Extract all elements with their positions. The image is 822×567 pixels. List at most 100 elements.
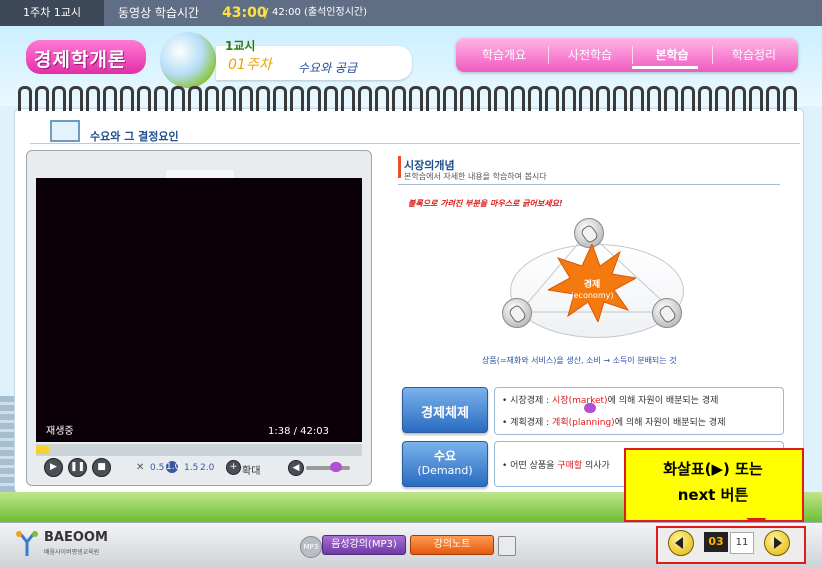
stop-button[interactable]: ■ (92, 458, 111, 477)
spiral-ring (35, 86, 49, 111)
market-economy-prefix: 시장경제 : (510, 396, 553, 406)
spiral-ring (681, 86, 695, 111)
demand-suffix: 의사가 (582, 461, 610, 471)
next-page-button[interactable] (764, 530, 790, 556)
prev-page-button[interactable] (668, 530, 694, 556)
market-economy-highlight: 시장(market) (552, 396, 608, 406)
scratch-mouse-right[interactable] (652, 298, 682, 328)
spiral-ring (562, 86, 576, 111)
concept-title-marker (398, 156, 401, 178)
active-tab-indicator (632, 66, 698, 69)
spiral-ring (307, 86, 321, 111)
lesson-session: 1교시 (225, 39, 256, 53)
top-status-bar: 1주차 1교시 동영상 학습시간 43:00 / 42:00 (출석인정시간) (0, 0, 822, 26)
volume-slider[interactable] (306, 466, 350, 470)
pause-button[interactable]: ❚❚ (68, 458, 87, 477)
current-page: 03 (704, 532, 728, 552)
economic-system-label: 경제체제 (421, 406, 469, 421)
elapsed-time: 43:00 (222, 5, 267, 21)
scratch-mouse-left[interactable] (502, 298, 532, 328)
scratch-hint: 블록으로 가려진 부분을 마우스로 긁어보세요! (408, 199, 563, 208)
right-arrow-icon (774, 537, 782, 549)
speed-2-0[interactable]: 2.0 (200, 463, 214, 473)
video-screen[interactable] (36, 178, 362, 422)
tab-summary[interactable]: 학습정리 (714, 38, 794, 72)
spiral-ring (290, 86, 304, 111)
speed-1-0[interactable]: 1.0 (166, 461, 180, 473)
total-pages: 11 (730, 532, 754, 554)
planned-economy-highlight: 계획(planning) (552, 418, 615, 428)
planned-economy-suffix: 에 의해 자원이 배분되는 경제 (614, 418, 726, 428)
spiral-ring (358, 86, 372, 111)
spiral-ring (154, 86, 168, 111)
nav-divider (712, 46, 713, 64)
callout-line-1: 화살표(▶) 또는 (663, 460, 763, 478)
play-button[interactable]: ▶ (44, 458, 63, 477)
demand-button[interactable]: 수요 (Demand) (402, 441, 488, 487)
lesson-week: 01주차 (228, 57, 272, 73)
concept-divider (398, 184, 780, 185)
spiral-ring (205, 86, 219, 111)
spiral-ring (103, 86, 117, 111)
spiral-ring (273, 86, 287, 111)
eraser-icon (584, 403, 596, 413)
demand-label: 수요 (433, 449, 457, 463)
spiral-ring (120, 86, 134, 111)
pause-icon: ❚❚ (69, 462, 86, 472)
planned-economy-prefix: 계획경제 : (510, 418, 553, 428)
spiral-ring (596, 86, 610, 111)
spiral-ring (545, 86, 559, 111)
market-economy-suffix: 에 의해 자원이 배분되는 경제 (607, 396, 719, 406)
spiral-ring (783, 86, 797, 111)
zoom-label: 확대 (242, 466, 261, 477)
spiral-ring (698, 86, 712, 111)
spiral-ring (443, 86, 457, 111)
seek-bar[interactable] (36, 444, 362, 456)
logo-name: BAEOOM (44, 530, 108, 545)
lesson-topic: 수요와 공급 (298, 61, 358, 75)
logo-subtitle: 배움사이버평생교육원 (44, 549, 100, 556)
spiral-ring (188, 86, 202, 111)
section-divider (30, 143, 800, 144)
section-title: 수요와 그 결정요인 (90, 130, 179, 143)
concept-subtitle: 본학습에서 자세한 내용을 학습하여 봅시다 (404, 172, 547, 181)
spiral-ring (392, 86, 406, 111)
zoom-button[interactable]: + (226, 460, 241, 475)
stop-icon: ■ (97, 462, 106, 472)
spiral-ring (86, 86, 100, 111)
tab-overview[interactable]: 학습개요 (464, 38, 544, 72)
spiral-ring (222, 86, 236, 111)
left-arrow-icon (675, 537, 683, 549)
spiral-ring (766, 86, 780, 111)
market-economy-line: • 시장경제 : 시장(market)에 의해 자원이 배분되는 경제 (502, 396, 719, 406)
spiral-ring (52, 86, 66, 111)
study-time-label: 동영상 학습시간 (118, 6, 200, 20)
player-top-tab (166, 170, 234, 178)
speed-icon: ✕ (136, 462, 145, 473)
lecture-note-button[interactable]: 강의노트 (410, 535, 494, 555)
play-icon: ▶ (50, 462, 57, 472)
seek-progress (36, 446, 49, 454)
goods-description: 상품(=재화와 서비스)을 생산, 소비 → 소득이 분배되는 것 (482, 356, 677, 365)
demand-highlight: 구매할 (557, 461, 583, 471)
spiral-ring (494, 86, 508, 111)
plus-icon: + (229, 462, 238, 472)
economic-system-button[interactable]: 경제체제 (402, 387, 488, 433)
time-separator: / (264, 6, 269, 20)
volume-button[interactable]: ◀ (288, 460, 304, 476)
spiral-ring (630, 86, 644, 111)
spiral-ring (69, 86, 83, 111)
demand-label-en: (Demand) (417, 464, 473, 477)
callout-line-2: next 버튼 (677, 486, 749, 504)
speed-1-5[interactable]: 1.5 (184, 463, 198, 473)
tab-pre-study[interactable]: 사전학습 (550, 38, 630, 72)
speed-0-5[interactable]: 0.5 (150, 463, 164, 473)
spiral-ring (256, 86, 270, 111)
audio-lecture-button[interactable]: 음성강의(MP3) (322, 535, 406, 555)
baeoom-logo-icon (16, 531, 38, 556)
document-icon[interactable] (498, 536, 516, 556)
spiral-ring (579, 86, 593, 111)
volume-knob[interactable] (330, 462, 342, 472)
speaker-icon: ◀ (292, 463, 300, 473)
week-session-label: 1주차 1교시 (0, 0, 104, 26)
